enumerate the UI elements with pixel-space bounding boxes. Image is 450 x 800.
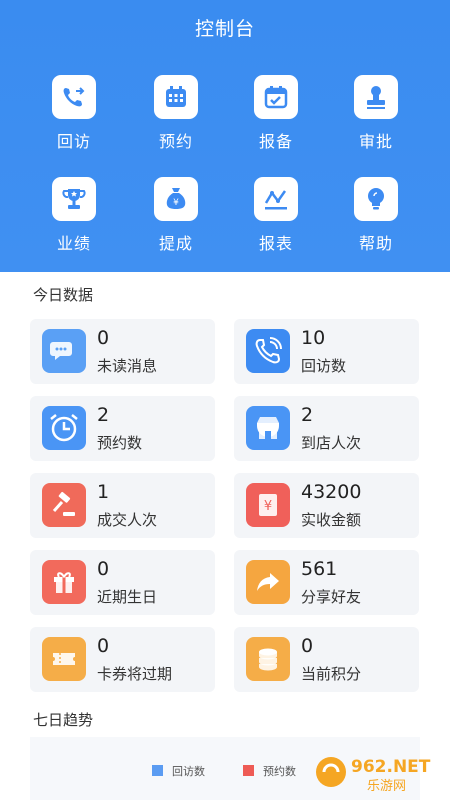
menu-item-help[interactable]: 帮助: [336, 177, 416, 254]
card-expiring-coupons[interactable]: 0 卡券将过期: [30, 627, 215, 692]
card-store-visits[interactable]: 2 到店人次: [234, 396, 419, 461]
card-value: 43200: [301, 481, 362, 503]
card-label: 分享好友: [301, 588, 362, 606]
header: 控制台 回访 预约 报备 审批 业绩 ¥ 提成 报表 帮助: [0, 0, 450, 272]
phone-icon: [246, 329, 290, 373]
line-chart-icon: [254, 177, 298, 221]
phone-callback-icon: [52, 75, 96, 119]
money-bag-icon: ¥: [154, 177, 198, 221]
svg-text:¥: ¥: [173, 198, 179, 208]
card-value: 0: [97, 558, 110, 580]
card-value: 2: [301, 404, 314, 426]
menu-item-commission[interactable]: ¥ 提成: [136, 177, 216, 254]
today-data-title: 今日数据: [33, 286, 94, 304]
menu-label: 提成: [158, 234, 193, 253]
card-value: 2: [97, 404, 110, 426]
trophy-icon: [52, 177, 96, 221]
card-revenue[interactable]: ¥ 43200 实收金额: [234, 473, 419, 538]
card-label: 未读消息: [97, 357, 158, 375]
menu-item-reports[interactable]: 报表: [236, 177, 316, 254]
card-points[interactable]: 0 当前积分: [234, 627, 419, 692]
card-value: 0: [301, 635, 314, 657]
menu-label: 审批: [358, 132, 393, 151]
menu-label: 业绩: [56, 234, 91, 253]
legend-label-callbacks[interactable]: 回访数: [172, 763, 205, 779]
card-label: 回访数: [301, 357, 347, 375]
menu-item-callback[interactable]: 回访: [34, 75, 114, 152]
card-value: 0: [97, 635, 110, 657]
menu-label: 报备: [258, 132, 293, 151]
watermark-text: 962.NET: [351, 757, 431, 777]
card-label: 预约数: [97, 434, 143, 452]
menu-item-report-filing[interactable]: 报备: [236, 75, 316, 152]
menu-item-booking[interactable]: 预约: [136, 75, 216, 152]
card-deals[interactable]: 1 成交人次: [30, 473, 215, 538]
menu-item-approval[interactable]: 审批: [336, 75, 416, 152]
menu-label: 报表: [258, 234, 293, 253]
menu-label: 预约: [158, 132, 193, 151]
stamp-icon: [354, 75, 398, 119]
card-label: 当前积分: [301, 665, 362, 683]
card-label: 卡券将过期: [97, 665, 173, 683]
coins-icon: [246, 637, 290, 681]
yuan-receipt-icon: ¥: [246, 483, 290, 527]
menu-label: 回访: [56, 132, 91, 151]
card-value: 561: [301, 558, 338, 580]
calendar-icon: [154, 75, 198, 119]
seven-day-trend-title: 七日趋势: [33, 711, 94, 729]
card-bookings[interactable]: 2 预约数: [30, 396, 215, 461]
watermark-subtext: 乐游网: [367, 779, 406, 794]
card-value: 1: [97, 481, 110, 503]
lightbulb-icon: [354, 177, 398, 221]
legend-label-bookings[interactable]: 预约数: [263, 763, 296, 779]
card-value: 10: [301, 327, 326, 349]
menu-item-performance[interactable]: 业绩: [34, 177, 114, 254]
card-label: 近期生日: [97, 588, 158, 606]
card-label: 成交人次: [97, 511, 158, 529]
card-label: 实收金额: [301, 511, 362, 529]
gift-icon: [42, 560, 86, 604]
store-icon: [246, 406, 290, 450]
gavel-icon: [42, 483, 86, 527]
card-label: 到店人次: [301, 434, 362, 452]
page-title: 控制台: [194, 18, 255, 40]
card-unread-messages[interactable]: 0 未读消息: [30, 319, 215, 384]
card-shares[interactable]: 561 分享好友: [234, 550, 419, 615]
calendar-check-icon: [254, 75, 298, 119]
legend-swatch-callbacks: [152, 765, 163, 776]
share-arrow-icon: [246, 560, 290, 604]
chat-icon: [42, 329, 86, 373]
watermark-logo: 962.NET 乐游网: [315, 748, 445, 796]
ticket-icon: [42, 637, 86, 681]
card-callbacks[interactable]: 10 回访数: [234, 319, 419, 384]
legend-swatch-bookings: [243, 765, 254, 776]
card-birthdays[interactable]: 0 近期生日: [30, 550, 215, 615]
alarm-clock-icon: [42, 406, 86, 450]
menu-label: 帮助: [358, 234, 393, 253]
svg-text:¥: ¥: [264, 499, 272, 514]
card-value: 0: [97, 327, 110, 349]
